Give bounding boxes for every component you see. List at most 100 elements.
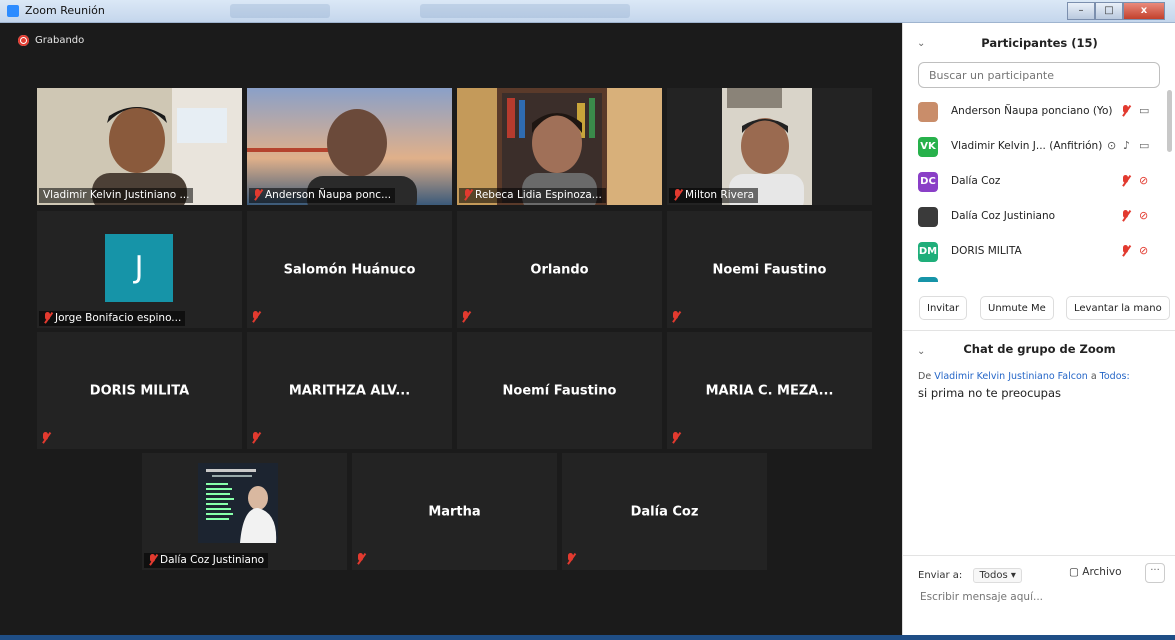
muted-mic-icon[interactable] [1121, 104, 1133, 117]
participant-list-scrollbar[interactable] [1167, 90, 1172, 152]
participant-name: MARIA C. MEZA... [705, 383, 834, 398]
video-camera-icon[interactable]: ▭ [1139, 104, 1149, 117]
window-titlebar: Zoom Reunión – □ x [0, 0, 1175, 23]
more-options-button[interactable]: ··· [1145, 563, 1165, 583]
participants-title: Participantes (15) [981, 36, 1098, 50]
participant-name: Dalía Coz Justiniano [951, 210, 1056, 222]
chevron-down-icon: ▾ [1010, 570, 1016, 581]
video-camera-icon[interactable]: ▭ [1139, 139, 1149, 152]
participant-name: Dalía Coz [630, 504, 699, 519]
video-off-icon[interactable]: ⊘ [1139, 209, 1148, 222]
participant-row[interactable]: Dalía Coz Justiniano ⊘ [903, 199, 1165, 234]
video-tile-jorge[interactable]: J Jorge Bonifacio espino... [37, 211, 242, 328]
chat-message-text: si prima no te preocupas [918, 386, 1062, 400]
video-off-icon[interactable]: ⊘ [1139, 174, 1148, 187]
video-tile-orlando[interactable]: Orlando [457, 211, 662, 328]
side-panel: ⌄ Participantes (15) Anderson Ñaupa ponc… [902, 23, 1175, 635]
video-tile-noemi-faustino[interactable]: Noemí Faustino [457, 332, 662, 449]
window-title: Zoom Reunión [25, 4, 105, 17]
file-icon: ▢ [1069, 566, 1079, 578]
participant-row[interactable]: Anderson Ñaupa ponciano (Yo) ▭ [903, 94, 1165, 129]
video-tile-vladimir[interactable]: Vladimir Kelvin Justiniano ... [37, 88, 242, 205]
avatar: DM [918, 242, 938, 262]
participant-row[interactable]: VK Vladimir Kelvin J... (Anfitrión) ⊙ ♪ … [903, 129, 1165, 164]
participant-name-label: Rebeca Lidia Espinoza... [459, 188, 606, 203]
participant-name-label: Vladimir Kelvin Justiniano ... [39, 188, 194, 203]
participant-list: Anderson Ñaupa ponciano (Yo) ▭ VK Vladim… [903, 94, 1165, 282]
muted-mic-icon [251, 305, 263, 324]
video-tile-salomon[interactable]: Salomón Huánuco [247, 211, 452, 328]
muted-mic-icon[interactable] [1121, 209, 1133, 222]
video-tile-noemi[interactable]: Noemi Faustino [667, 211, 872, 328]
participant-avatar: J [105, 234, 173, 302]
muted-mic-icon[interactable] [1121, 174, 1133, 187]
invite-button[interactable]: Invitar [919, 296, 968, 320]
divider [903, 555, 1175, 556]
participant-name: Orlando [530, 262, 589, 277]
muted-mic-icon [253, 189, 262, 200]
participant-name-label: Dalía Coz Justiniano [144, 553, 269, 568]
send-to-dropdown[interactable]: Todos ▾ [973, 568, 1022, 583]
participant-name: Martha [428, 504, 481, 519]
participant-name: Dalía Coz [951, 175, 1001, 187]
participant-name: DORIS MILITA [89, 383, 190, 398]
video-gallery: Grabando Vladimir Kelvin Justiniano ... … [0, 23, 902, 635]
unmute-me-button[interactable]: Unmute Me [980, 296, 1054, 320]
avatar [918, 102, 938, 122]
video-off-icon[interactable]: ⊘ [1139, 244, 1148, 257]
zoom-app-icon [7, 5, 19, 17]
participant-name-label: Anderson Ñaupa ponc... [249, 188, 396, 203]
recording-label: Grabando [35, 35, 85, 46]
muted-mic-icon [356, 547, 368, 566]
file-button[interactable]: ▢ Archivo [1069, 566, 1122, 578]
avatar: DC [918, 172, 938, 192]
background-tab-ghost [230, 4, 330, 18]
video-tile-dalia-coz[interactable]: Dalía Coz [562, 453, 767, 570]
avatar [918, 277, 938, 282]
windows-taskbar [0, 635, 1175, 640]
video-tile-dalia-coz-justiniano[interactable]: Dalía Coz Justiniano [142, 453, 347, 570]
recording-icon [18, 35, 29, 46]
participant-row[interactable] [903, 269, 1165, 282]
video-tile-rebeca[interactable]: Rebeca Lidia Espinoza... [457, 88, 662, 205]
send-to-row: Enviar a: Todos ▾ [918, 568, 1022, 583]
minimize-button[interactable]: – [1067, 2, 1095, 20]
background-tab-ghost [420, 4, 630, 18]
video-tile-marithza[interactable]: MARITHZA ALV... [247, 332, 452, 449]
muted-mic-icon [43, 312, 52, 323]
participant-name: Salomón Huánuco [283, 262, 416, 277]
recording-indicator[interactable]: Grabando [18, 35, 84, 46]
chat-sender-link[interactable]: Vladimir Kelvin Justiniano Falcon [934, 371, 1088, 382]
chat-message-input[interactable] [918, 590, 1162, 604]
muted-mic-icon [461, 305, 473, 324]
video-tile-doris[interactable]: DORIS MILITA [37, 332, 242, 449]
muted-mic-icon [671, 305, 683, 324]
chat-recipient-link[interactable]: Todos: [1100, 371, 1130, 382]
muted-mic-icon[interactable] [1121, 244, 1133, 257]
participant-row[interactable]: DM DORIS MILITA ⊘ [903, 234, 1165, 269]
video-tile-anderson[interactable]: Anderson Ñaupa ponc... [247, 88, 452, 205]
participant-name: Vladimir Kelvin J... (Anfitrión) [951, 140, 1103, 152]
participant-name: DORIS MILITA [951, 245, 1022, 257]
video-tile-milton[interactable]: Milton Rivera [667, 88, 872, 205]
raise-hand-button[interactable]: Levantar la mano [1066, 296, 1170, 320]
participant-search-input[interactable] [918, 62, 1160, 88]
avatar: VK [918, 137, 938, 157]
avatar [918, 207, 938, 227]
participant-name-label: Jorge Bonifacio espino... [39, 311, 186, 326]
close-button[interactable]: x [1123, 2, 1165, 20]
participant-name: MARITHZA ALV... [288, 383, 411, 398]
chat-message-meta: De Vladimir Kelvin Justiniano Falcon a T… [918, 371, 1130, 382]
participant-row[interactable]: DC Dalía Coz ⊘ [903, 164, 1165, 199]
mic-icon[interactable]: ♪ [1123, 139, 1130, 152]
video-tile-maria[interactable]: MARIA C. MEZA... [667, 332, 872, 449]
send-to-label: Enviar a: [918, 570, 963, 581]
file-label: Archivo [1082, 566, 1122, 578]
muted-mic-icon [41, 426, 53, 445]
divider [903, 330, 1175, 331]
maximize-button[interactable]: □ [1095, 2, 1123, 20]
muted-mic-icon [148, 554, 157, 565]
muted-mic-icon [673, 189, 682, 200]
muted-mic-icon [251, 426, 263, 445]
video-tile-martha[interactable]: Martha [352, 453, 557, 570]
